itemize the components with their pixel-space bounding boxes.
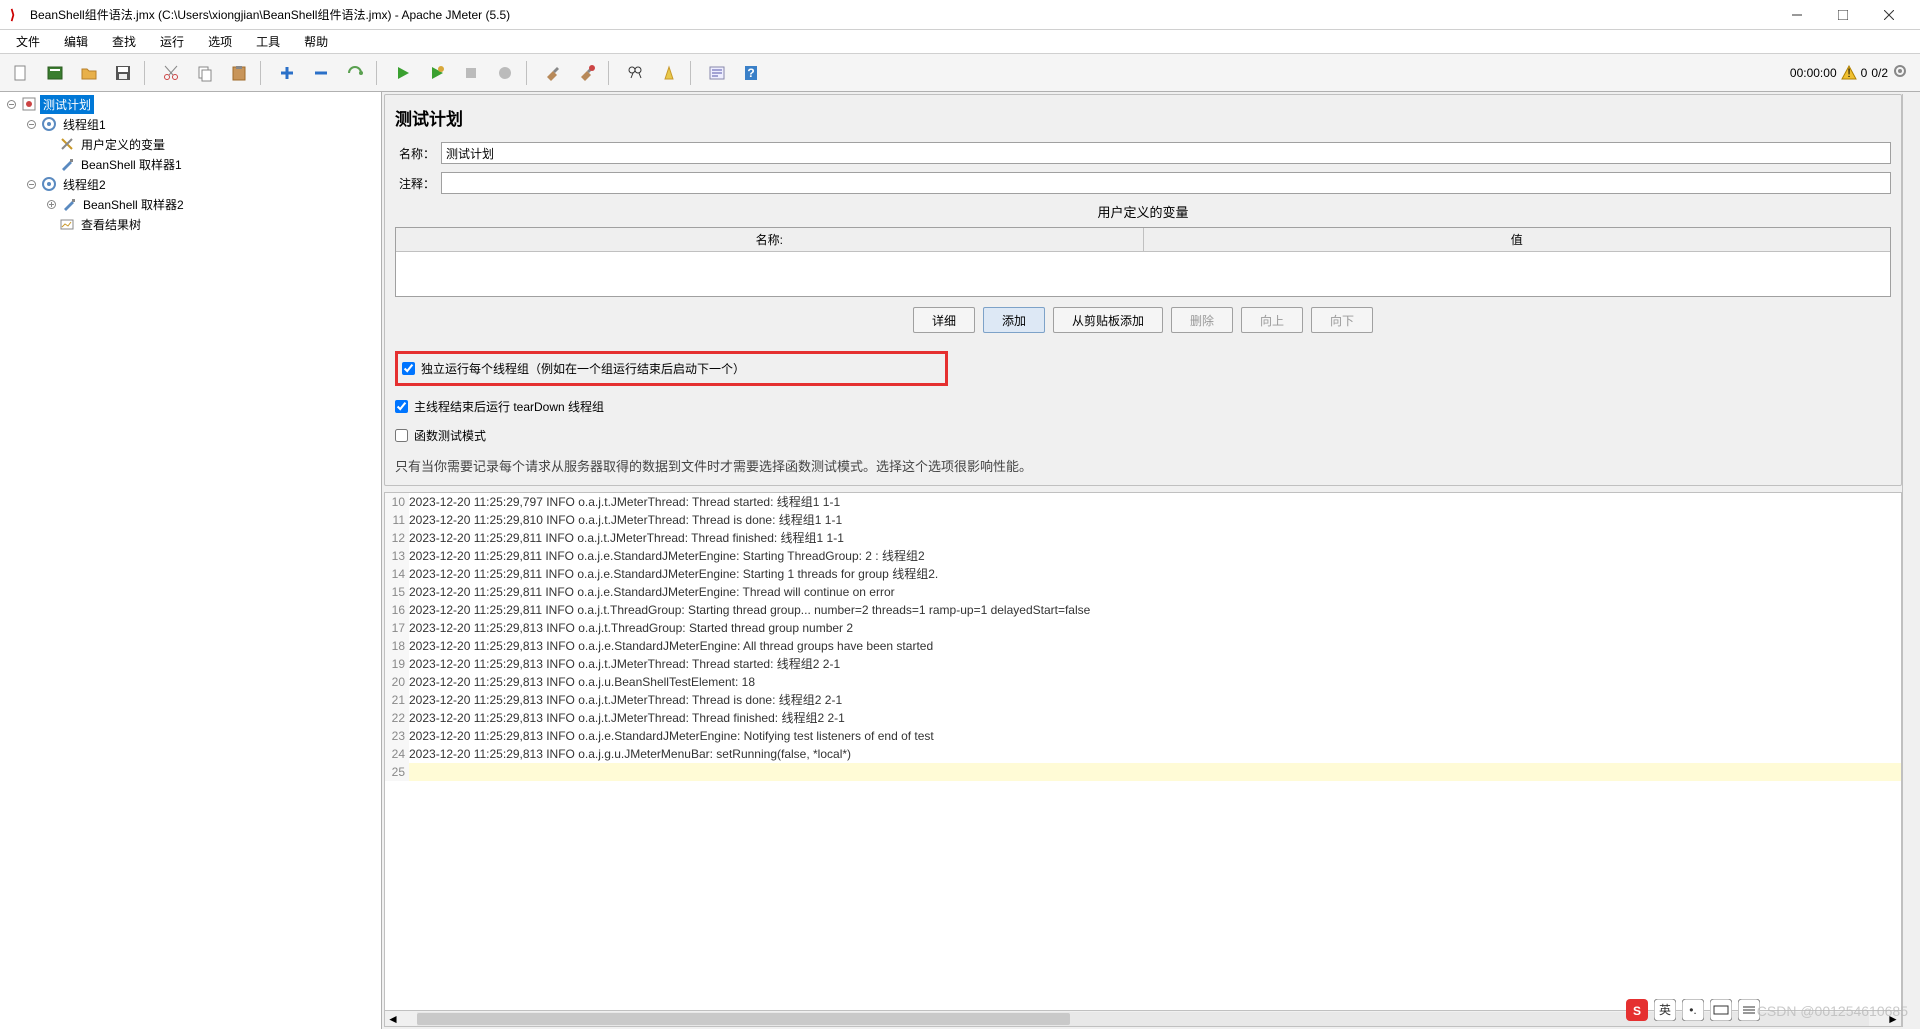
clear-button[interactable] bbox=[536, 57, 570, 89]
close-button[interactable] bbox=[1866, 1, 1912, 29]
keyboard-icon[interactable] bbox=[1710, 999, 1732, 1021]
svg-text:!: ! bbox=[1847, 66, 1850, 80]
vertical-scrollbar[interactable] bbox=[1902, 94, 1918, 1027]
testplan-icon bbox=[20, 95, 38, 113]
tree-threadgroup2[interactable]: 线程组2 bbox=[60, 175, 109, 194]
svg-text:S: S bbox=[1633, 1004, 1641, 1018]
svg-text:英: 英 bbox=[1659, 1003, 1671, 1017]
page-title: 测试计划 bbox=[395, 105, 1891, 130]
tree-udv[interactable]: 用户定义的变量 bbox=[78, 135, 168, 154]
gear-icon[interactable] bbox=[1892, 63, 1908, 82]
function-helper-button[interactable] bbox=[700, 57, 734, 89]
funcmode-label: 函数测试模式 bbox=[414, 427, 486, 444]
add-button[interactable] bbox=[270, 57, 304, 89]
search-button[interactable] bbox=[618, 57, 652, 89]
system-tray: S 英 •. bbox=[1626, 999, 1760, 1021]
tree-threadgroup1[interactable]: 线程组1 bbox=[60, 115, 109, 134]
vars-title: 用户定义的变量 bbox=[395, 202, 1891, 221]
menu-help[interactable]: 帮助 bbox=[294, 31, 338, 52]
from-clipboard-button[interactable]: 从剪贴板添加 bbox=[1053, 307, 1163, 333]
new-button[interactable] bbox=[4, 57, 38, 89]
thread-count: 0/2 bbox=[1871, 66, 1888, 80]
independent-checkbox[interactable] bbox=[402, 362, 415, 375]
sogou-icon[interactable]: S bbox=[1626, 999, 1648, 1021]
maximize-button[interactable] bbox=[1820, 1, 1866, 29]
clear-all-button[interactable] bbox=[570, 57, 604, 89]
start-button[interactable] bbox=[386, 57, 420, 89]
start-notimer-button[interactable] bbox=[420, 57, 454, 89]
comment-input[interactable] bbox=[441, 172, 1891, 194]
down-button[interactable]: 向下 bbox=[1311, 307, 1373, 333]
tree-panel[interactable]: 测试计划 线程组1 用户定义的变量 BeanShell 取样器1 线程组2 Be… bbox=[0, 92, 382, 1029]
remove-button[interactable] bbox=[304, 57, 338, 89]
warn-count: 0 bbox=[1861, 66, 1868, 80]
punct-icon[interactable]: •. bbox=[1682, 999, 1704, 1021]
expand-icon[interactable] bbox=[24, 120, 38, 129]
copy-button[interactable] bbox=[188, 57, 222, 89]
svg-text:?: ? bbox=[747, 66, 754, 80]
reset-search-button[interactable] bbox=[652, 57, 686, 89]
watermark: CSDN @001254610685 bbox=[1757, 1003, 1908, 1019]
open-button[interactable] bbox=[72, 57, 106, 89]
sampler-icon bbox=[58, 155, 76, 173]
threadgroup-icon bbox=[40, 115, 58, 133]
col-name[interactable]: 名称: bbox=[396, 228, 1144, 251]
window-title: BeanShell组件语法.jmx (C:\Users\xiongjian\Be… bbox=[30, 6, 1774, 23]
highlighted-box: 独立运行每个线程组（例如在一个组运行结束后启动下一个） bbox=[395, 351, 948, 386]
save-button[interactable] bbox=[106, 57, 140, 89]
tree-beanshell1[interactable]: BeanShell 取样器1 bbox=[78, 155, 185, 174]
ime-icon[interactable]: 英 bbox=[1654, 999, 1676, 1021]
shutdown-button[interactable] bbox=[488, 57, 522, 89]
sampler-icon bbox=[60, 195, 78, 213]
minimize-button[interactable] bbox=[1774, 1, 1820, 29]
templates-button[interactable] bbox=[38, 57, 72, 89]
log-content[interactable]: 102023-12-20 11:25:29,797 INFO o.a.j.t.J… bbox=[385, 493, 1901, 1010]
name-label: 名称： bbox=[395, 145, 435, 162]
funcmode-checkbox[interactable] bbox=[395, 429, 408, 442]
expand-icon[interactable] bbox=[24, 180, 38, 189]
detail-button[interactable]: 详细 bbox=[913, 307, 975, 333]
log-panel: 102023-12-20 11:25:29,797 INFO o.a.j.t.J… bbox=[384, 492, 1902, 1027]
svg-text:•.: •. bbox=[1689, 1003, 1697, 1017]
menu-run[interactable]: 运行 bbox=[150, 31, 194, 52]
vars-table[interactable]: 名称: 值 bbox=[395, 227, 1891, 297]
up-button[interactable]: 向上 bbox=[1241, 307, 1303, 333]
teardown-checkbox[interactable] bbox=[395, 400, 408, 413]
toggle-button[interactable] bbox=[338, 57, 372, 89]
menu-options[interactable]: 选项 bbox=[198, 31, 242, 52]
udv-icon bbox=[58, 135, 76, 153]
menu-edit[interactable]: 编辑 bbox=[54, 31, 98, 52]
desc-text: 只有当你需要记录每个请求从服务器取得的数据到文件时才需要选择函数测试模式。选择这… bbox=[395, 456, 1891, 475]
expand-icon[interactable] bbox=[4, 100, 18, 109]
titlebar: BeanShell组件语法.jmx (C:\Users\xiongjian\Be… bbox=[0, 0, 1920, 30]
tree-beanshell2[interactable]: BeanShell 取样器2 bbox=[80, 195, 187, 214]
cut-button[interactable] bbox=[154, 57, 188, 89]
add-var-button[interactable]: 添加 bbox=[983, 307, 1045, 333]
toolbar: ? 00:00:00 ! 0 0/2 bbox=[0, 54, 1920, 92]
help-button[interactable]: ? bbox=[734, 57, 768, 89]
name-input[interactable] bbox=[441, 142, 1891, 164]
threadgroup-icon bbox=[40, 175, 58, 193]
menu-tools[interactable]: 工具 bbox=[246, 31, 290, 52]
menu-find[interactable]: 查找 bbox=[102, 31, 146, 52]
comment-label: 注释： bbox=[395, 175, 435, 192]
menubar: 文件 编辑 查找 运行 选项 工具 帮助 bbox=[0, 30, 1920, 54]
app-icon bbox=[8, 7, 24, 23]
listener-icon bbox=[58, 215, 76, 233]
delete-button[interactable]: 删除 bbox=[1171, 307, 1233, 333]
menu-file[interactable]: 文件 bbox=[6, 31, 50, 52]
warning-icon: ! bbox=[1841, 65, 1857, 81]
independent-label: 独立运行每个线程组（例如在一个组运行结束后启动下一个） bbox=[421, 360, 745, 377]
expand-icon[interactable] bbox=[44, 200, 58, 209]
timer-display: 00:00:00 bbox=[1790, 66, 1837, 80]
teardown-label: 主线程结束后运行 tearDown 线程组 bbox=[414, 398, 604, 415]
stop-button[interactable] bbox=[454, 57, 488, 89]
tree-root[interactable]: 测试计划 bbox=[40, 95, 94, 114]
tree-viewresults[interactable]: 查看结果树 bbox=[78, 215, 144, 234]
form-panel: 测试计划 名称： 注释： 用户定义的变量 名称: bbox=[384, 94, 1902, 486]
paste-button[interactable] bbox=[222, 57, 256, 89]
col-value[interactable]: 值 bbox=[1144, 228, 1891, 251]
